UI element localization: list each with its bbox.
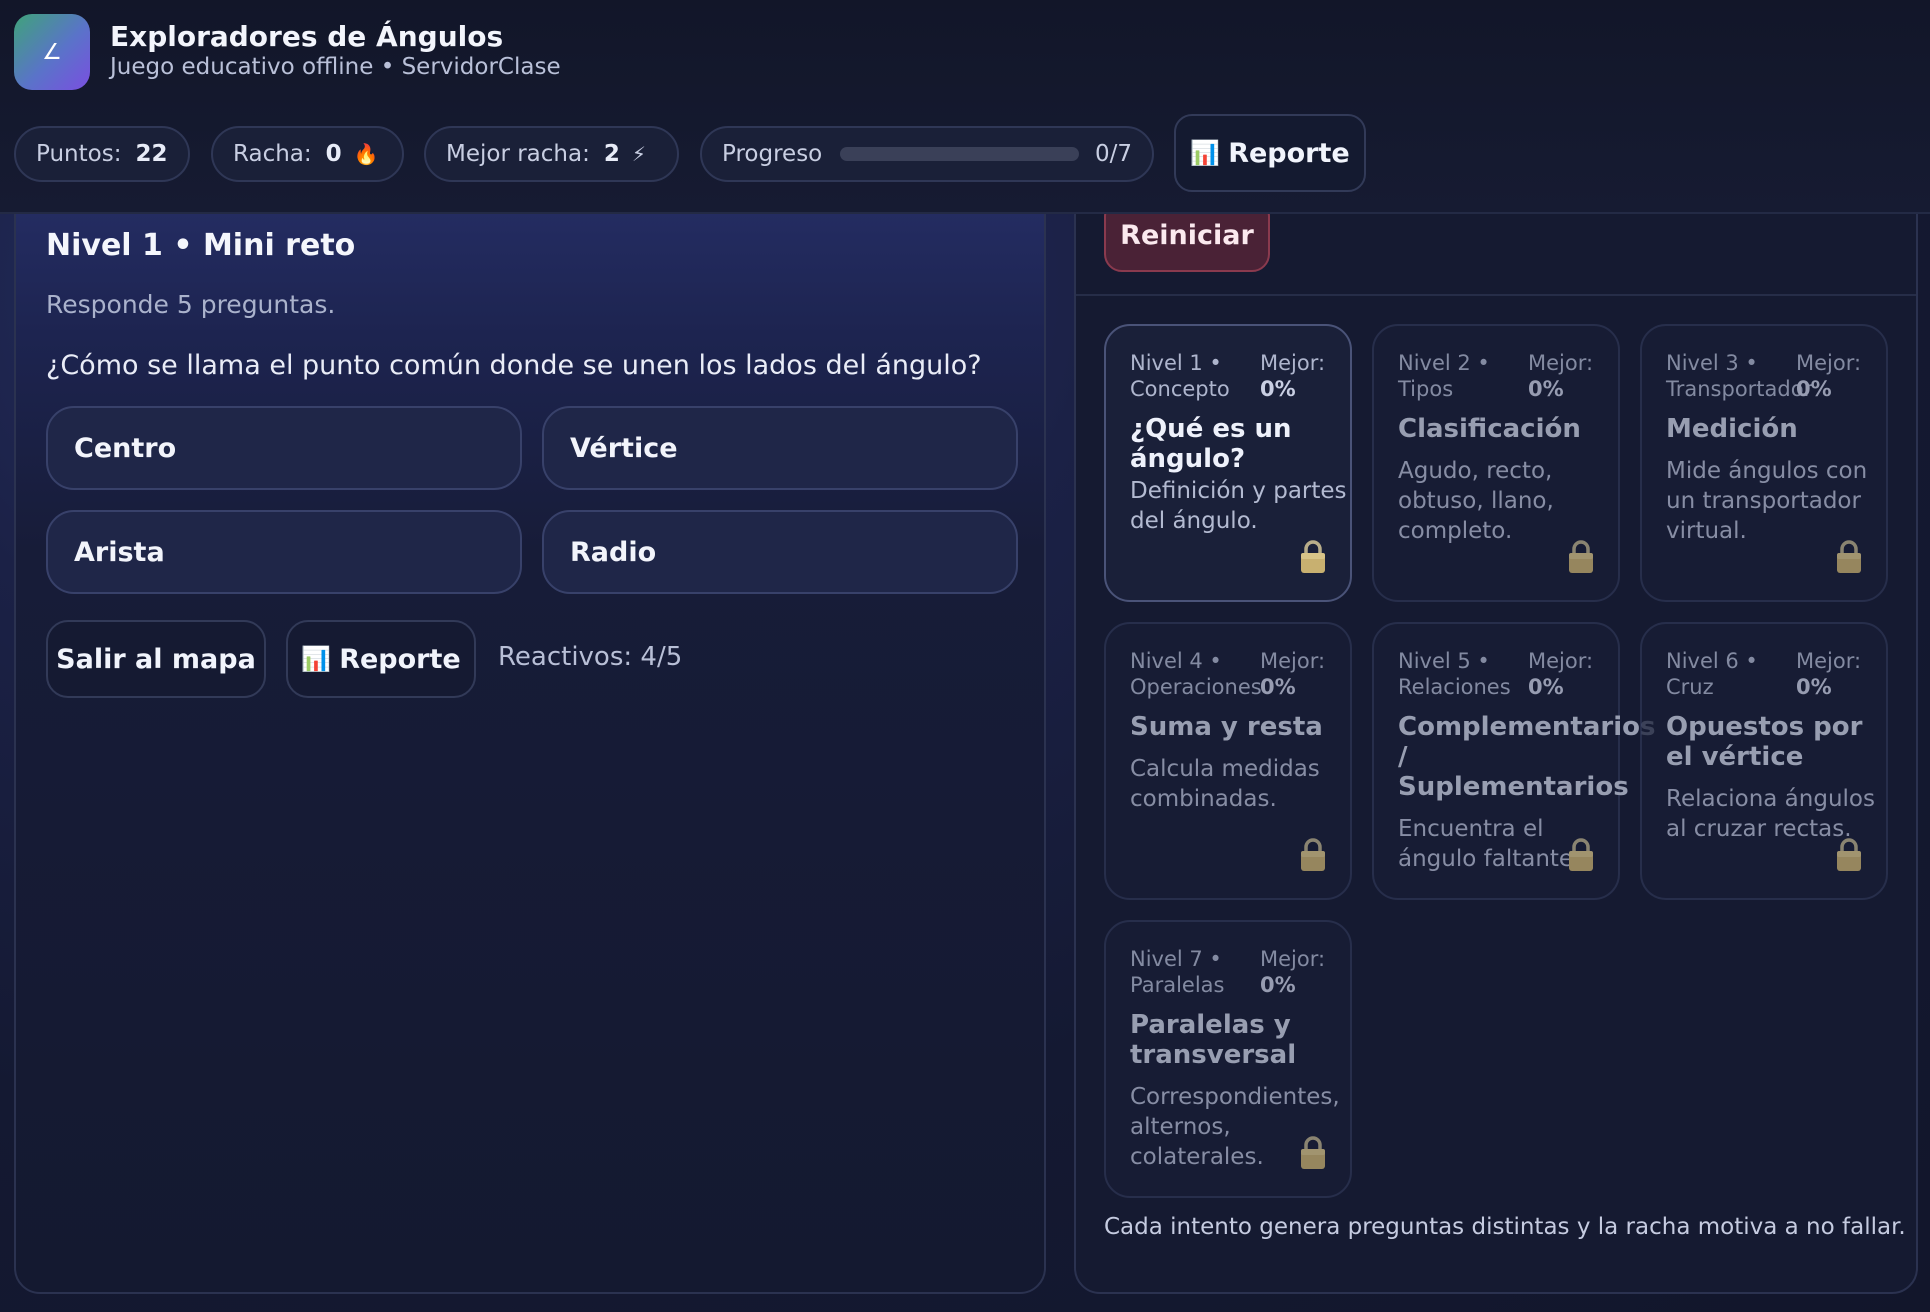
progress-label: Progreso <box>722 141 823 167</box>
quiz-level-title: Nivel 1 • Mini reto <box>46 228 356 263</box>
items-count: Reactivos: 4/5 <box>498 642 683 672</box>
level-meta: Nivel 6 • Cruz <box>1666 649 1758 699</box>
level-best: Mejor: 0% <box>1260 946 1325 998</box>
level-title: Medición <box>1666 414 1798 444</box>
progress-badge: Progreso 0/7 <box>700 126 1154 182</box>
app-subtitle: Juego educativo offline • ServidorClase <box>110 54 561 80</box>
level-title: Opuestos por el vértice <box>1666 712 1863 772</box>
level-card-4[interactable]: Nivel 4 • Operaciones Mejor: 0% Suma y re… <box>1104 622 1352 900</box>
lock-icon <box>1837 838 1861 871</box>
level-meta: Nivel 4 • Operaciones <box>1130 649 1262 699</box>
level-best-value: 0% <box>1528 675 1564 699</box>
app-header: ∠ Exploradores de Ángulos Juego educativ… <box>0 0 1930 214</box>
fire-icon: 🔥 <box>353 142 379 166</box>
answer-option-arista[interactable]: Arista <box>46 510 522 594</box>
level-best-value: 0% <box>1260 675 1296 699</box>
progress-bar <box>840 147 1079 161</box>
answer-option-centro[interactable]: Centro <box>46 406 522 490</box>
level-best-label: Mejor: <box>1528 351 1594 375</box>
levels-footer-note: Cada intento genera preguntas distintas … <box>1104 1214 1906 1240</box>
header-report-button[interactable]: 📊 Reporte <box>1174 114 1366 192</box>
levels-panel: Reiniciar Nivel 1 • Concepto Mejor: 0% ¿Q… <box>1074 150 1918 1294</box>
points-value: 22 <box>135 141 168 167</box>
level-best: Mejor: 0% <box>1260 350 1325 402</box>
level-title: Clasificación <box>1398 414 1581 444</box>
level-description: Mide ángulos con un transportador virtua… <box>1666 458 1868 544</box>
lock-icon <box>1301 540 1325 573</box>
bar-chart-icon: 📊 <box>1190 139 1221 167</box>
level-best-label: Mejor: <box>1260 649 1326 673</box>
streak-label: Racha: <box>233 141 312 167</box>
best-streak-label: Mejor racha: <box>446 141 590 167</box>
level-best: Mejor: 0% <box>1796 648 1861 700</box>
level-description: Calcula medidas combinadas. <box>1130 756 1320 812</box>
level-best-label: Mejor: <box>1260 351 1326 375</box>
bar-chart-icon: 📊 <box>301 645 332 673</box>
streak-value: 0 <box>325 141 342 167</box>
level-best: Mejor: 0% <box>1796 350 1861 402</box>
quiz-report-button[interactable]: 📊 Reporte <box>286 620 476 698</box>
level-meta: Nivel 5 • Relaciones <box>1398 649 1511 699</box>
level-meta: Nivel 2 • Tipos <box>1398 351 1490 401</box>
level-meta: Nivel 7 • Paralelas <box>1130 947 1225 997</box>
level-best-value: 0% <box>1528 377 1564 401</box>
level-card-2[interactable]: Nivel 2 • Tipos Mejor: 0% Clasificación A… <box>1372 324 1620 602</box>
level-card-3[interactable]: Nivel 3 • Transportador Mejor: 0% Medició… <box>1640 324 1888 602</box>
level-title: Paralelas y transversal <box>1130 1010 1297 1070</box>
level-best-label: Mejor: <box>1260 947 1326 971</box>
answer-option-radio[interactable]: Radio <box>542 510 1018 594</box>
level-best-label: Mejor: <box>1528 649 1594 673</box>
progress-count: 0/7 <box>1094 141 1132 167</box>
level-card-6[interactable]: Nivel 6 • Cruz Mejor: 0% Opuestos por el … <box>1640 622 1888 900</box>
exit-to-map-button[interactable]: Salir al mapa <box>46 620 266 698</box>
level-description: Agudo, recto, obtuso, llano, completo. <box>1398 458 1554 544</box>
lock-icon <box>1301 1136 1325 1169</box>
app-title: Exploradores de Ángulos <box>110 20 504 53</box>
level-best-value: 0% <box>1796 675 1832 699</box>
level-best-value: 0% <box>1260 973 1296 997</box>
level-title: ¿Qué es un ángulo? <box>1130 414 1292 474</box>
lock-icon <box>1301 838 1325 871</box>
quiz-question: ¿Cómo se llama el punto común donde se u… <box>46 350 982 381</box>
level-meta: Nivel 3 • Transportador <box>1666 351 1813 401</box>
logo-glyph: ∠ <box>42 39 62 65</box>
lock-icon <box>1837 540 1861 573</box>
panel-divider <box>1076 294 1916 296</box>
level-meta: Nivel 1 • Concepto <box>1130 351 1230 401</box>
level-best: Mejor: 0% <box>1528 648 1593 700</box>
lock-icon <box>1569 540 1593 573</box>
points-badge: Puntos: 22 <box>14 126 190 182</box>
level-card-5[interactable]: Nivel 5 • Relaciones Mejor: 0% Complement… <box>1372 622 1655 900</box>
quiz-instructions: Responde 5 preguntas. <box>46 290 336 319</box>
level-best-value: 0% <box>1796 377 1832 401</box>
level-description: Definición y partes del ángulo. <box>1130 478 1347 534</box>
level-best-label: Mejor: <box>1796 351 1862 375</box>
answer-option-vertice[interactable]: Vértice <box>542 406 1018 490</box>
level-best: Mejor: 0% <box>1528 350 1593 402</box>
level-card-7[interactable]: Nivel 7 • Paralelas Mejor: 0% Paralelas y… <box>1104 920 1352 1198</box>
best-streak-badge: Mejor racha: 2 ⚡ <box>424 126 679 182</box>
level-title: Complementarios / Suplementarios <box>1398 712 1656 802</box>
level-description: Relaciona ángulos al cruzar rectas. <box>1666 786 1875 842</box>
lock-icon <box>1569 838 1593 871</box>
level-best: Mejor: 0% <box>1260 648 1325 700</box>
angle-logo-icon: ∠ <box>14 14 90 90</box>
level-title: Suma y resta <box>1130 712 1323 742</box>
streak-badge: Racha: 0 🔥 <box>211 126 404 182</box>
level-best-value: 0% <box>1260 377 1296 401</box>
points-label: Puntos: <box>36 141 122 167</box>
lightning-icon: ⚡ <box>631 142 646 166</box>
level-card-1[interactable]: Nivel 1 • Concepto Mejor: 0% ¿Qué es un á… <box>1104 324 1352 602</box>
quiz-report-label: Reporte <box>339 643 461 675</box>
level-best-label: Mejor: <box>1796 649 1862 673</box>
header-report-label: Reporte <box>1228 137 1350 169</box>
quiz-panel: Nivel 1 • Mini reto Responde 5 preguntas… <box>14 150 1046 1294</box>
best-streak-value: 2 <box>603 141 620 167</box>
